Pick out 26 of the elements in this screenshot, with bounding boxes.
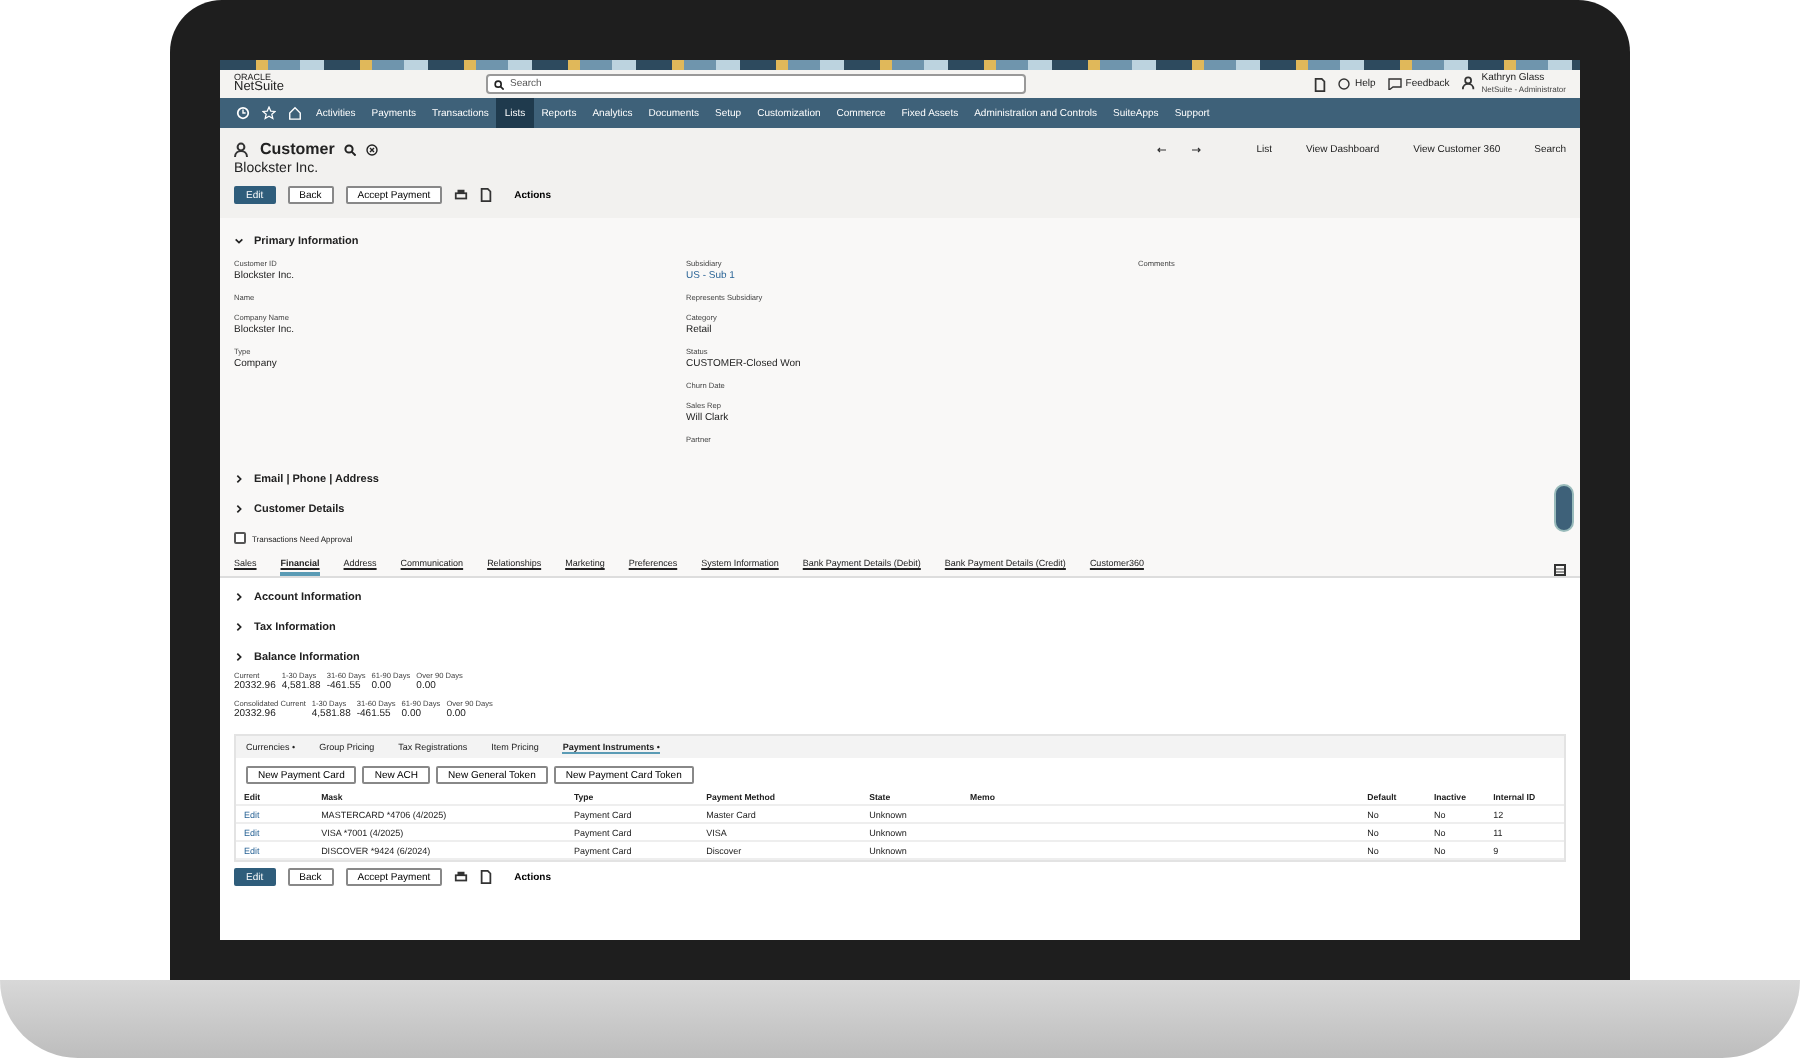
star-icon[interactable] bbox=[262, 106, 276, 120]
document-icon[interactable] bbox=[480, 188, 493, 202]
home-icon[interactable] bbox=[288, 106, 302, 120]
clock-icon[interactable] bbox=[236, 106, 250, 120]
forward-arrow-icon[interactable] bbox=[1192, 145, 1203, 153]
help-icon[interactable] bbox=[1338, 78, 1351, 90]
chevron-icon[interactable] bbox=[234, 474, 244, 484]
user-icon[interactable] bbox=[1461, 76, 1476, 91]
chevron-icon[interactable] bbox=[234, 504, 244, 514]
close-icon[interactable] bbox=[366, 143, 379, 155]
print-icon[interactable] bbox=[454, 870, 469, 884]
back-arrow-icon[interactable] bbox=[1156, 145, 1167, 153]
print-icon[interactable] bbox=[454, 188, 469, 202]
chevron-icon[interactable] bbox=[234, 652, 244, 662]
floating-help-widget[interactable] bbox=[1554, 484, 1574, 532]
checkbox[interactable] bbox=[234, 532, 246, 544]
document-icon[interactable] bbox=[480, 870, 493, 884]
chevron-icon[interactable] bbox=[234, 236, 244, 246]
chevron-icon[interactable] bbox=[234, 592, 244, 602]
document-icon[interactable] bbox=[1314, 77, 1327, 91]
record-type-title: Customer bbox=[260, 140, 335, 158]
chevron-icon[interactable] bbox=[234, 622, 244, 632]
chat-icon[interactable] bbox=[1387, 78, 1402, 90]
list-view-icon[interactable] bbox=[1554, 564, 1566, 576]
user-icon bbox=[234, 141, 250, 157]
search-icon[interactable] bbox=[344, 143, 357, 155]
